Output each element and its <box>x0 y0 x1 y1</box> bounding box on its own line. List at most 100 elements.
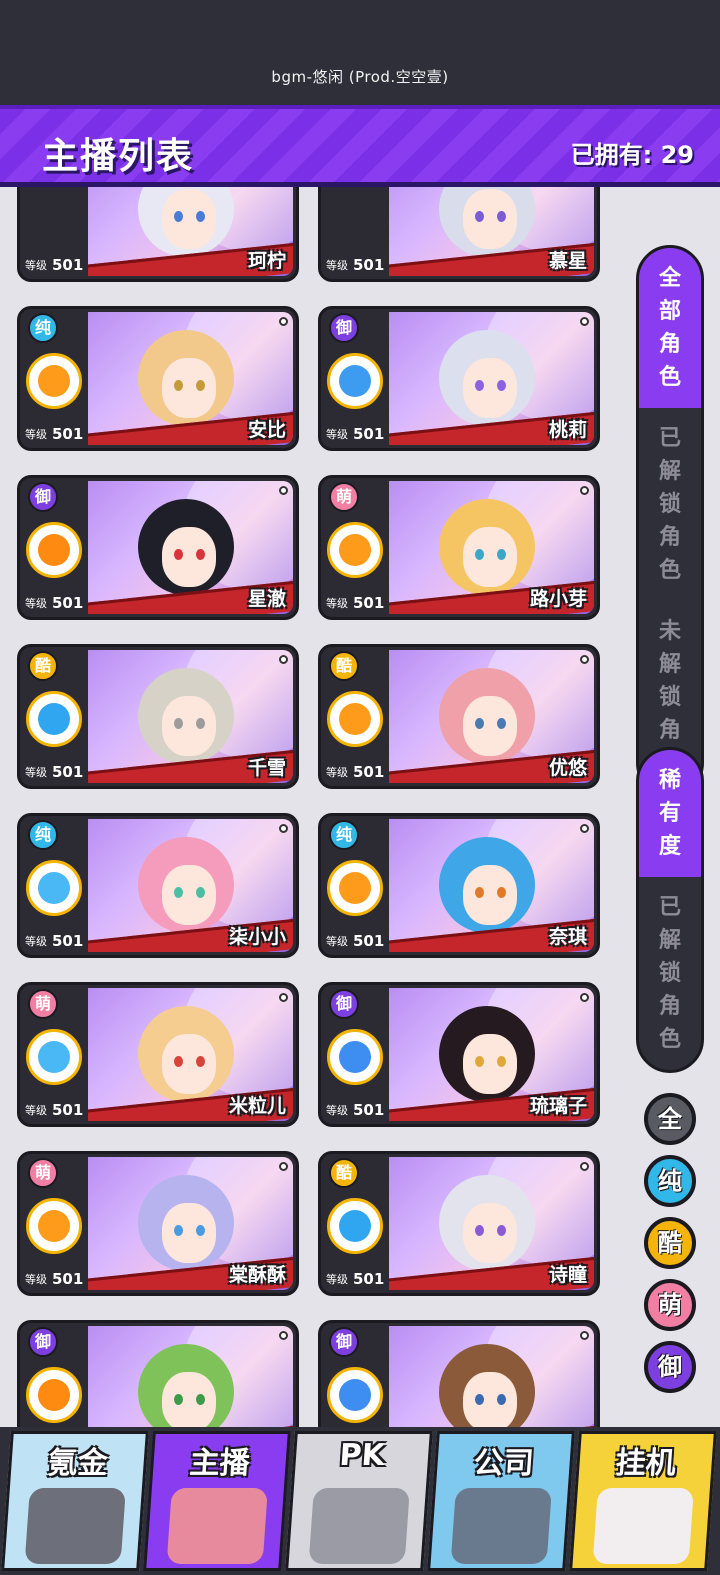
character-eye <box>497 380 506 391</box>
character-face <box>463 1034 517 1094</box>
level-value: 501 <box>52 256 84 274</box>
sidebar-option[interactable]: 稀有度 <box>639 750 701 877</box>
streamer-card[interactable]: 御等级 501 星澈 <box>17 475 299 620</box>
character-portrait <box>88 1326 293 1427</box>
sidebar-option[interactable]: 已解锁角色 <box>639 408 701 601</box>
character-face <box>463 696 517 756</box>
class-emblem-icon <box>327 860 383 916</box>
character-eye <box>475 1056 484 1067</box>
streamer-name: 棠酥酥 <box>228 1264 286 1286</box>
character-eye <box>475 380 484 391</box>
character-eye <box>196 1394 205 1405</box>
level-label: 等级 <box>326 259 348 272</box>
ownership-filter: 全部角色已解锁角色未解锁角色 <box>636 245 704 797</box>
character-eye <box>196 211 205 222</box>
streamer-card[interactable]: 等级 501 慕星 <box>318 187 600 282</box>
level-value: 501 <box>52 1270 84 1288</box>
status-dot <box>580 993 589 1002</box>
class-emblem-icon <box>327 1029 383 1085</box>
level-label: 等级 <box>25 259 47 272</box>
streamer-card[interactable]: 等级 501 珂柠 <box>17 187 299 282</box>
level-label: 等级 <box>25 766 47 779</box>
character-face <box>463 527 517 587</box>
nav-tab[interactable]: 主播 <box>143 1431 291 1571</box>
class-emblem-icon <box>26 691 82 747</box>
nav-tab[interactable]: 氪金 <box>1 1431 149 1571</box>
character-face <box>162 1372 216 1427</box>
character-eye <box>497 718 506 729</box>
streamer-name: 星澈 <box>247 588 286 610</box>
status-dot <box>580 317 589 326</box>
streamer-name: 路小芽 <box>529 588 587 610</box>
character-face <box>463 865 517 925</box>
page-title: 主播列表 <box>42 136 195 177</box>
streamer-card[interactable]: 萌等级 501 米粒儿 <box>17 982 299 1127</box>
streamer-name: 桃莉 <box>548 419 587 441</box>
class-emblem-icon <box>327 353 383 409</box>
streamer-card[interactable]: 萌等级 501 棠酥酥 <box>17 1151 299 1296</box>
level-label: 等级 <box>326 1273 348 1286</box>
sidebar-option[interactable]: 已解锁角色 <box>639 877 701 1070</box>
streamer-card[interactable]: 酷等级 501 千雪 <box>17 644 299 789</box>
streamer-name: 柒小小 <box>228 926 286 948</box>
streamer-card[interactable]: 酷等级 501 诗瞳 <box>318 1151 600 1296</box>
class-emblem-icon <box>26 353 82 409</box>
nav-tab[interactable]: PK <box>285 1431 433 1571</box>
nav-tab-label: PK <box>338 1438 387 1473</box>
streamer-card[interactable]: 酷等级 501 优悠 <box>318 644 600 789</box>
nav-tab-art <box>308 1488 410 1564</box>
level-value: 501 <box>52 763 84 781</box>
nav-tab-art <box>24 1488 126 1564</box>
streamer-name: 珂柠 <box>247 250 286 272</box>
emblem-shape <box>38 1041 70 1073</box>
emblem-shape <box>38 872 70 904</box>
character-eye <box>174 380 183 391</box>
character-eye <box>475 549 484 560</box>
bottom-nav: 氪金 主播 PK 公司 挂机 <box>0 1427 720 1575</box>
type-badge: 萌 <box>28 989 58 1019</box>
streamer-card[interactable]: 萌等级 501 路小芽 <box>318 475 600 620</box>
streamer-card[interactable]: 御等级501婉杏 <box>17 1320 299 1427</box>
status-dot <box>580 1162 589 1171</box>
type-badge: 酷 <box>329 651 359 681</box>
character-eye <box>475 1394 484 1405</box>
streamer-card[interactable]: 纯等级 501 安比 <box>17 306 299 451</box>
status-dot <box>279 655 288 664</box>
nav-tab-art <box>450 1488 552 1564</box>
class-emblem-icon <box>26 1367 82 1423</box>
character-face <box>162 865 216 925</box>
type-filter-button[interactable]: 全 <box>644 1093 696 1145</box>
character-eye <box>196 887 205 898</box>
streamer-card[interactable]: 御等级 501 琉璃子 <box>318 982 600 1127</box>
nav-tab[interactable]: 公司 <box>427 1431 575 1571</box>
status-dot <box>279 486 288 495</box>
rarity-filter: 稀有度已解锁角色 <box>636 747 704 1073</box>
type-filter-button[interactable]: 纯 <box>644 1155 696 1207</box>
streamer-card[interactable]: 纯等级 501 奈琪 <box>318 813 600 958</box>
type-filter-button[interactable]: 御 <box>644 1341 696 1393</box>
streamer-name: 千雪 <box>247 757 286 779</box>
emblem-shape <box>339 534 371 566</box>
character-face <box>162 358 216 418</box>
class-emblem-icon <box>327 691 383 747</box>
type-filter-button[interactable]: 酷 <box>644 1217 696 1269</box>
nav-tab-art <box>592 1488 694 1564</box>
streamer-card[interactable]: 御等级 501 桃莉 <box>318 306 600 451</box>
character-face <box>463 1372 517 1427</box>
sidebar-option[interactable]: 全部角色 <box>639 248 701 408</box>
type-filter-button[interactable]: 萌 <box>644 1279 696 1331</box>
nav-tab[interactable]: 挂机 <box>569 1431 717 1571</box>
emblem-shape <box>38 1379 70 1411</box>
emblem-shape <box>339 365 371 397</box>
emblem-shape <box>339 703 371 735</box>
streamer-card[interactable]: 纯等级 501 柒小小 <box>17 813 299 958</box>
level-label: 等级 <box>326 935 348 948</box>
emblem-shape <box>339 1379 371 1411</box>
emblem-shape <box>38 703 70 735</box>
status-dot <box>580 655 589 664</box>
type-badge: 酷 <box>329 1158 359 1188</box>
status-dot <box>279 317 288 326</box>
type-badge: 萌 <box>329 482 359 512</box>
type-badge: 御 <box>329 1327 359 1357</box>
streamer-card[interactable]: 御等级501暮茜 <box>318 1320 600 1427</box>
